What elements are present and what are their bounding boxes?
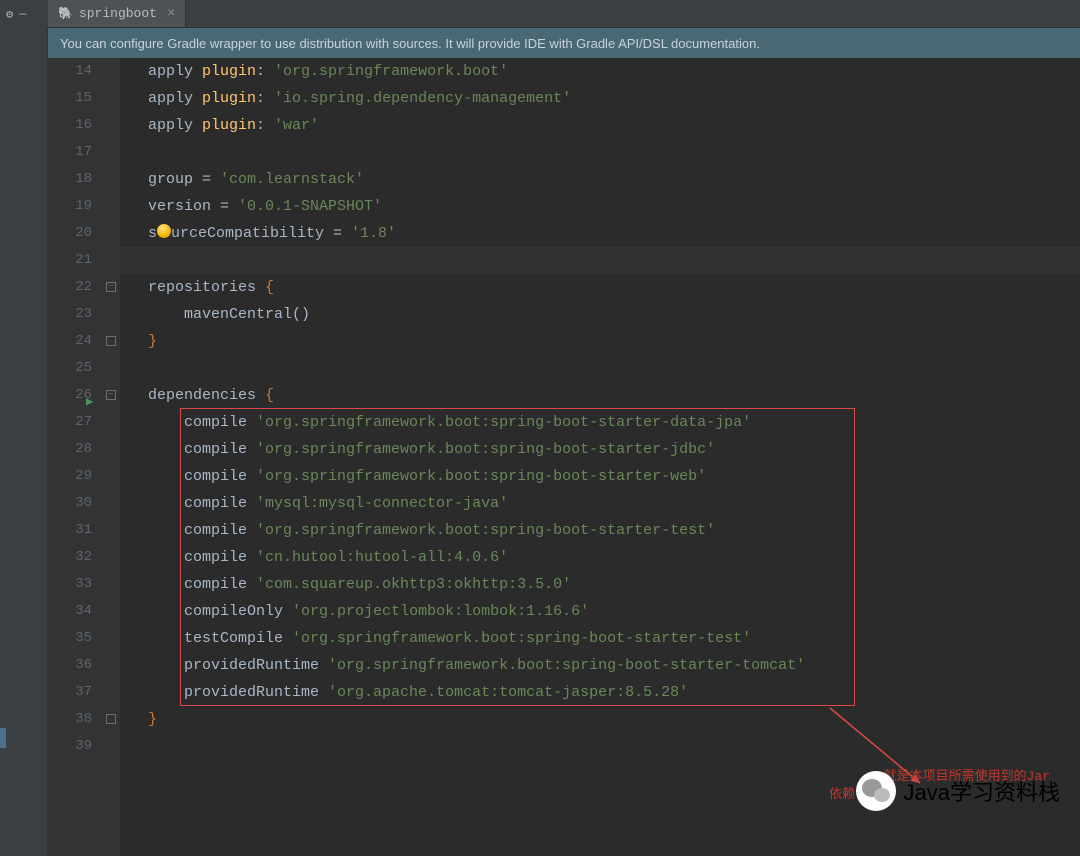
line-number: 30 (48, 490, 92, 517)
code-line[interactable] (120, 355, 1080, 382)
line-number: 34 (48, 598, 92, 625)
line-number: 38 (48, 706, 92, 733)
tab-label: springboot (79, 6, 157, 21)
code-line[interactable]: group = 'com.learnstack' (120, 166, 1080, 193)
code-line[interactable]: providedRuntime 'org.apache.tomcat:tomca… (120, 679, 1080, 706)
code-line[interactable]: compile 'cn.hutool:hutool-all:4.0.6' (120, 544, 1080, 571)
code-line[interactable]: apply plugin: 'io.spring.dependency-mana… (120, 85, 1080, 112)
line-number: 36 (48, 652, 92, 679)
line-number: 25 (48, 355, 92, 382)
line-number: 37 (48, 679, 92, 706)
notification-text: You can configure Gradle wrapper to use … (60, 36, 760, 51)
line-number: 32 (48, 544, 92, 571)
intention-bulb-icon[interactable] (157, 224, 171, 238)
line-number: 20 (48, 220, 92, 247)
code-line[interactable] (120, 139, 1080, 166)
close-icon[interactable]: × (167, 6, 175, 22)
left-rail (0, 28, 48, 856)
code-line[interactable]: compile 'mysql:mysql-connector-java' (120, 490, 1080, 517)
code-line[interactable]: compileOnly 'org.projectlombok:lombok:1.… (120, 598, 1080, 625)
line-number: 18 (48, 166, 92, 193)
line-gutter: 14151617181920212223242526▶2728293031323… (48, 58, 106, 856)
line-number: 23 (48, 301, 92, 328)
watermark: Java学习资料栈 (856, 771, 1060, 811)
fold-marker[interactable]: − (106, 282, 116, 292)
line-number: 17 (48, 139, 92, 166)
code-line[interactable]: compile 'org.springframework.boot:spring… (120, 463, 1080, 490)
line-number: 29 (48, 463, 92, 490)
rail-marker (0, 728, 6, 748)
editor[interactable]: 14151617181920212223242526▶2728293031323… (48, 58, 1080, 856)
tab-springboot[interactable]: 🐘 springboot × (48, 0, 186, 27)
code-line[interactable]: version = '0.0.1-SNAPSHOT' (120, 193, 1080, 220)
line-number: 16 (48, 112, 92, 139)
fold-marker[interactable]: − (106, 390, 116, 400)
gear-icon[interactable]: ⚙ (6, 7, 13, 22)
code-line[interactable]: apply plugin: 'war' (120, 112, 1080, 139)
line-number: 19 (48, 193, 92, 220)
code-line[interactable]: surceCompatibility = '1.8' (120, 220, 1080, 247)
watermark-text: Java学习资料栈 (904, 775, 1060, 807)
code-line[interactable]: repositories { (120, 274, 1080, 301)
line-number: 14 (48, 58, 92, 85)
code-line[interactable]: apply plugin: 'org.springframework.boot' (120, 58, 1080, 85)
line-number: 24 (48, 328, 92, 355)
run-gutter-icon[interactable]: ▶ (86, 389, 93, 416)
wechat-icon (856, 771, 896, 811)
line-number: 15 (48, 85, 92, 112)
code-line[interactable]: } (120, 328, 1080, 355)
line-number: 21 (48, 247, 92, 274)
code-line[interactable]: compile 'com.squareup.okhttp3:okhttp:3.5… (120, 571, 1080, 598)
line-number: 31 (48, 517, 92, 544)
code-line[interactable] (120, 733, 1080, 760)
fold-marker[interactable] (106, 714, 116, 724)
line-number: 39 (48, 733, 92, 760)
code-line[interactable]: compile 'org.springframework.boot:spring… (120, 517, 1080, 544)
window-controls: ⚙ — (0, 0, 48, 28)
gradle-icon: 🐘 (58, 6, 73, 21)
fold-column: −− (106, 58, 120, 856)
code-line[interactable]: compile 'org.springframework.boot:spring… (120, 436, 1080, 463)
tab-bar: 🐘 springboot × (48, 0, 1080, 28)
code-line[interactable]: mavenCentral() (120, 301, 1080, 328)
code-line[interactable]: dependencies { (120, 382, 1080, 409)
code-area[interactable]: apply plugin: 'org.springframework.boot'… (120, 58, 1080, 856)
code-line[interactable] (120, 247, 1080, 274)
line-number: 35 (48, 625, 92, 652)
line-number: 33 (48, 571, 92, 598)
code-line[interactable]: providedRuntime 'org.springframework.boo… (120, 652, 1080, 679)
code-line[interactable]: compile 'org.springframework.boot:spring… (120, 409, 1080, 436)
code-line[interactable]: } (120, 706, 1080, 733)
code-line[interactable]: testCompile 'org.springframework.boot:sp… (120, 625, 1080, 652)
line-number: 22 (48, 274, 92, 301)
minimize-icon[interactable]: — (19, 7, 26, 21)
line-number: 28 (48, 436, 92, 463)
fold-marker[interactable] (106, 336, 116, 346)
notification-bar[interactable]: You can configure Gradle wrapper to use … (48, 28, 1080, 58)
annotation-text-2: 依赖 (829, 786, 855, 804)
